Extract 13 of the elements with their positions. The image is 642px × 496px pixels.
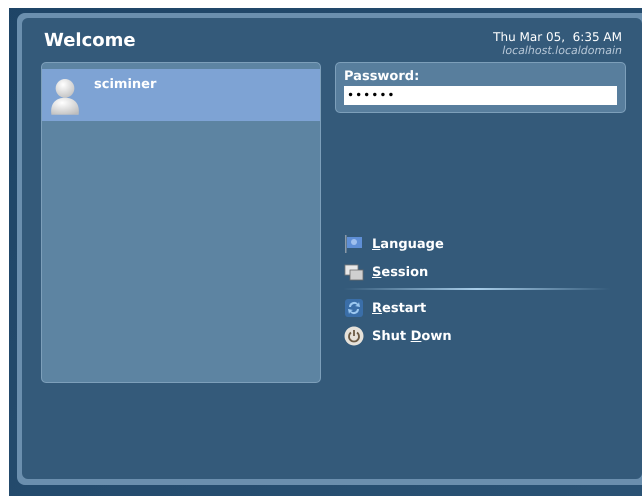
flag-icon (344, 234, 364, 254)
restart-button[interactable]: Restart (372, 300, 426, 316)
password-label: Password: (344, 69, 420, 84)
restart-icon (344, 298, 364, 318)
welcome-title: Welcome (44, 30, 136, 53)
windows-icon (344, 262, 364, 282)
password-field[interactable]: •••••• (344, 86, 617, 105)
date-time: Thu Mar 05, 6:35 AM (493, 30, 622, 44)
session-button[interactable]: Session (372, 264, 428, 280)
shutdown-button[interactable]: Shut Down (372, 328, 452, 344)
power-icon (344, 326, 364, 346)
hostname: localhost.localdomain (502, 44, 622, 57)
language-button[interactable]: Language (372, 236, 444, 252)
